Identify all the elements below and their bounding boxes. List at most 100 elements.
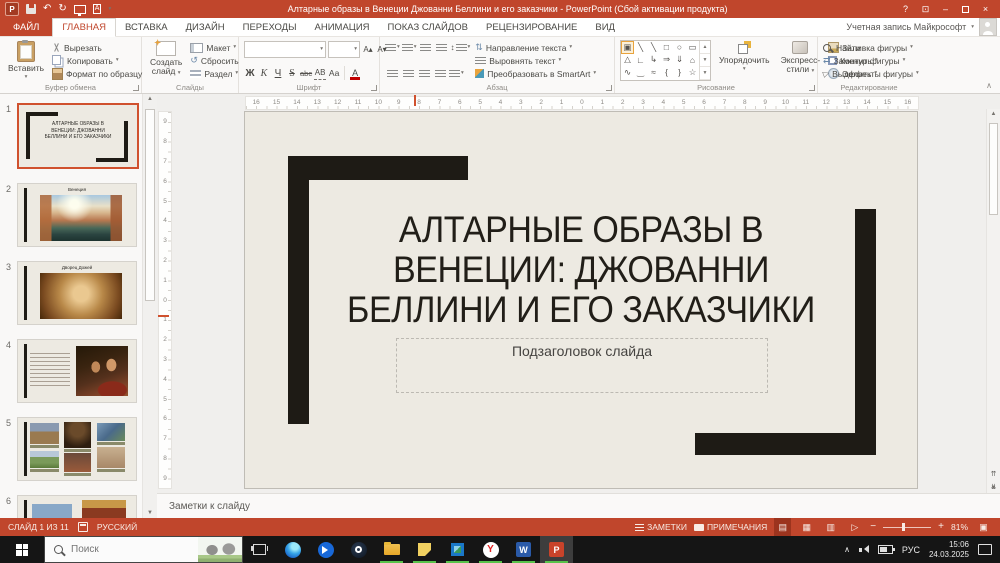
- strikethrough-button[interactable]: S: [286, 67, 298, 80]
- clock[interactable]: 15:06 24.03.2025: [929, 540, 969, 559]
- format-painter-button[interactable]: Формат по образцу: [52, 67, 142, 80]
- slide-thumbnail-5[interactable]: 5: [0, 417, 142, 481]
- quick-styles-button[interactable]: Экспресс-стили ▾: [778, 40, 824, 81]
- undo-icon[interactable]: ↶: [43, 4, 51, 14]
- section-button[interactable]: Раздел ▾: [190, 67, 238, 80]
- slide-thumbnail-1[interactable]: 1 АЛТАРНЫЕ ОБРАЗЫ В ВЕНЕЦИИ: ДЖОВАННИ БЕ…: [0, 103, 142, 169]
- taskbar-photos[interactable]: [441, 536, 474, 563]
- thumbnail-preview[interactable]: Венеция: [17, 183, 137, 247]
- decrease-indent-button[interactable]: [419, 41, 433, 54]
- scrollbar-thumb[interactable]: [989, 123, 998, 215]
- thumbnail-preview[interactable]: [17, 417, 137, 481]
- italic-button[interactable]: К: [258, 67, 270, 80]
- numbering-button[interactable]: ▾: [402, 41, 417, 54]
- taskbar-sticky-notes[interactable]: [408, 536, 441, 563]
- shapes-gallery-scroll[interactable]: ▲ ▼ ▼: [699, 41, 710, 80]
- shape-ellipse-icon[interactable]: ○: [673, 41, 686, 54]
- tray-language[interactable]: РУС: [902, 545, 920, 555]
- search-input[interactable]: [69, 543, 163, 556]
- customize-qat-icon[interactable]: ▾: [108, 7, 111, 12]
- normal-view-button[interactable]: ▤: [774, 518, 791, 536]
- tab-animations[interactable]: АНИМАЦИЯ: [306, 18, 379, 36]
- scrollbar-thumb[interactable]: [145, 109, 155, 301]
- quick-access-style-icon[interactable]: A: [93, 4, 102, 14]
- convert-smartart-button[interactable]: Преобразовать в SmartArt ▾: [475, 67, 596, 80]
- ribbon-display-options-button[interactable]: ⊡: [916, 1, 935, 17]
- text-shadow-button[interactable]: abc: [300, 67, 312, 80]
- font-name-combobox[interactable]: ▾: [244, 41, 326, 58]
- shape-pentagon-icon[interactable]: ⌂: [686, 54, 699, 67]
- account-menu[interactable]: Учетная запись Майкрософт ▾: [846, 18, 1000, 36]
- tab-review[interactable]: РЕЦЕНЗИРОВАНИЕ: [477, 18, 586, 36]
- tab-view[interactable]: ВИД: [586, 18, 624, 36]
- align-right-button[interactable]: [417, 67, 431, 80]
- dialog-launcher-icon[interactable]: [133, 85, 139, 91]
- shape-elbow-arrow-icon[interactable]: ↳: [647, 54, 660, 67]
- tab-transitions[interactable]: ПЕРЕХОДЫ: [234, 18, 306, 36]
- tab-slideshow[interactable]: ПОКАЗ СЛАЙДОВ: [379, 18, 477, 36]
- font-size-combobox[interactable]: ▾: [328, 41, 360, 58]
- taskbar-word[interactable]: W: [507, 536, 540, 563]
- justify-button[interactable]: [433, 67, 447, 80]
- dialog-launcher-icon[interactable]: [371, 85, 377, 91]
- text-direction-button[interactable]: ⇅ Направление текста ▾: [475, 41, 596, 54]
- bullets-button[interactable]: ▾: [385, 41, 400, 54]
- shape-down-arrow-icon[interactable]: ⇓: [673, 54, 686, 67]
- slide-thumbnail-6[interactable]: 6: [0, 495, 142, 518]
- avatar[interactable]: [979, 18, 997, 36]
- align-center-button[interactable]: [401, 67, 415, 80]
- start-slideshow-icon[interactable]: [74, 5, 86, 14]
- gallery-more-icon[interactable]: ▼: [700, 67, 710, 80]
- tab-file[interactable]: ФАЙЛ: [0, 18, 52, 36]
- tab-home[interactable]: ГЛАВНАЯ: [52, 18, 116, 37]
- shape-star-icon[interactable]: ☆: [686, 66, 699, 79]
- shape-triangle-icon[interactable]: △: [621, 54, 634, 67]
- change-case-button[interactable]: Аа: [328, 67, 340, 80]
- shape-rectangle-icon[interactable]: □: [660, 41, 673, 54]
- task-view-button[interactable]: [243, 536, 276, 563]
- shape-right-brace-icon[interactable]: }: [673, 66, 686, 79]
- thumbnail-preview[interactable]: [17, 495, 137, 518]
- dialog-launcher-icon[interactable]: [606, 85, 612, 91]
- underline-button[interactable]: Ч: [272, 67, 284, 80]
- help-button[interactable]: ?: [896, 1, 915, 17]
- zoom-level[interactable]: 81%: [951, 522, 968, 532]
- arrange-button[interactable]: Упорядочить ▾: [716, 40, 773, 81]
- dialog-launcher-icon[interactable]: [809, 85, 815, 91]
- taskbar-search[interactable]: [44, 536, 243, 563]
- vertical-scrollbar[interactable]: ▲ ▼: [986, 109, 1000, 493]
- copy-button[interactable]: Копировать ▾: [52, 54, 142, 67]
- bold-button[interactable]: Ж: [244, 67, 256, 80]
- panel-scrollbar[interactable]: ▲ ▼: [142, 94, 157, 518]
- increase-indent-button[interactable]: [435, 41, 449, 54]
- taskbar-edge[interactable]: [276, 536, 309, 563]
- shape-arc-icon[interactable]: ‿: [634, 66, 647, 79]
- tab-insert[interactable]: ВСТАВКА: [116, 18, 177, 36]
- slide-sorter-view-button[interactable]: ▦: [798, 518, 815, 536]
- next-slide-button[interactable]: ⇊: [988, 482, 999, 492]
- slideshow-view-button[interactable]: ▷: [846, 518, 863, 536]
- zoom-out-button[interactable]: −: [870, 522, 876, 532]
- battery-icon[interactable]: [878, 545, 893, 554]
- slide-thumbnail-2[interactable]: 2 Венеция: [0, 183, 142, 247]
- spellcheck-icon[interactable]: [78, 522, 88, 532]
- find-button[interactable]: Найти: [823, 41, 878, 54]
- slide-thumbnail-4[interactable]: 4: [0, 339, 142, 403]
- cut-button[interactable]: Вырезать: [52, 41, 142, 54]
- save-icon[interactable]: [26, 4, 36, 14]
- minimize-button[interactable]: –: [936, 1, 955, 17]
- slide-thumbnail-3[interactable]: 3 Дворец Дожей: [0, 261, 142, 325]
- scroll-down-icon[interactable]: ▼: [700, 54, 710, 67]
- taskbar-powerpoint[interactable]: P: [540, 536, 573, 563]
- zoom-slider-knob[interactable]: [902, 523, 905, 531]
- shape-select-icon[interactable]: ▣: [621, 41, 634, 54]
- replace-button[interactable]: ⇄ Заменить ▾: [823, 54, 878, 67]
- slide-title-placeholder[interactable]: АЛТАРНЫЕ ОБРАЗЫ В ВЕНЕЦИИ: ДЖОВАННИ БЕЛЛ…: [305, 210, 857, 330]
- shape-rounded-rectangle-icon[interactable]: ▭: [686, 41, 699, 54]
- select-button[interactable]: ▷ Выделить ▾: [823, 67, 878, 80]
- taskbar-steam[interactable]: [342, 536, 375, 563]
- notes-pane[interactable]: Заметки к слайду: [157, 493, 1000, 518]
- shape-wave-icon[interactable]: ≈: [647, 66, 660, 79]
- thumbnail-preview[interactable]: [17, 339, 137, 403]
- language-indicator[interactable]: РУССКИЙ: [97, 522, 137, 532]
